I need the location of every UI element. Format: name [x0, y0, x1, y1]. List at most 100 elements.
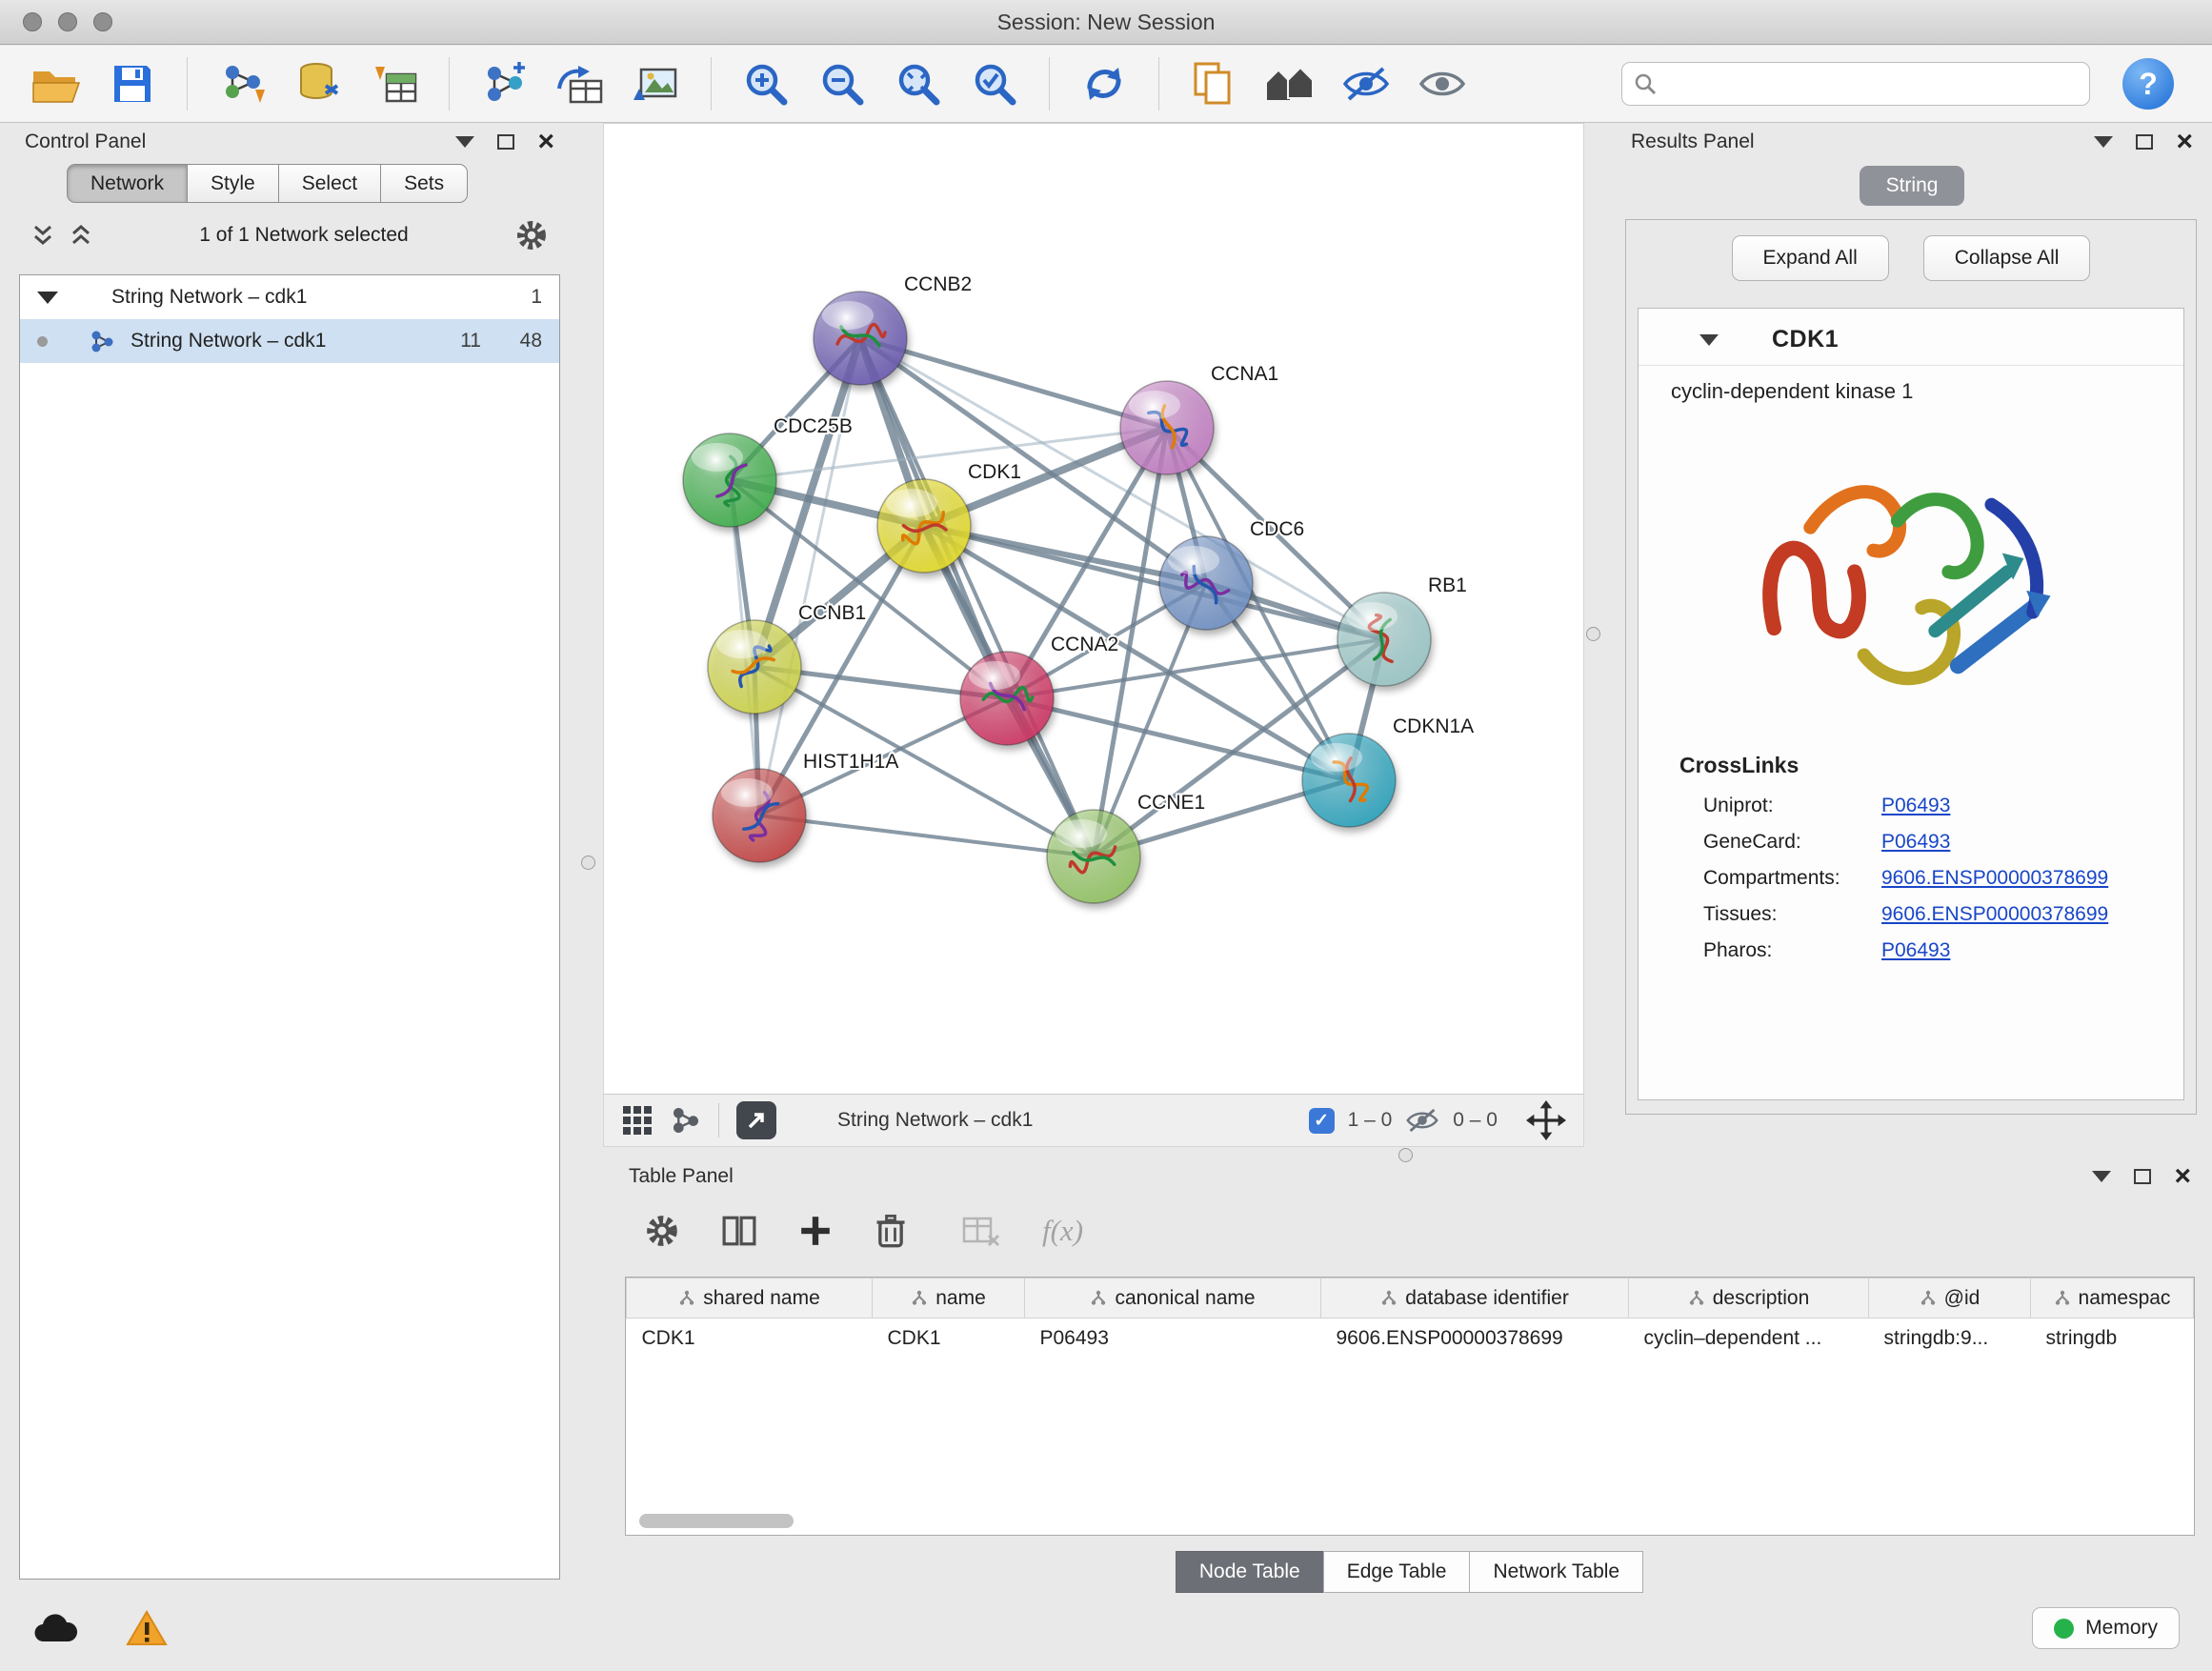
network-collection-row[interactable]: String Network – cdk1 1: [20, 275, 559, 319]
collapse-all-chevrons-icon[interactable]: [69, 224, 93, 247]
apply-layout-button[interactable]: [1073, 53, 1136, 114]
crosslink-genecard-link[interactable]: P06493: [1881, 831, 1950, 854]
node-label: CDC6: [1250, 518, 1304, 540]
right-splitter-handle[interactable]: [1586, 627, 1600, 641]
crosslink-compartments-link[interactable]: 9606.ENSP00000378699: [1881, 867, 2108, 890]
node-count: 11: [460, 330, 481, 352]
table-row[interactable]: CDK1 CDK1 P06493 9606.ENSP00000378699 cy…: [627, 1319, 2194, 1359]
crosslink-pharos-link[interactable]: P06493: [1881, 939, 1950, 962]
grid-mode-icon[interactable]: [621, 1104, 654, 1137]
table-panel-title: Table Panel: [629, 1165, 734, 1188]
network-node-ccnb2[interactable]: CCNB2: [814, 273, 972, 385]
string-home-button[interactable]: [1258, 53, 1321, 114]
import-network-from-database-button[interactable]: [287, 53, 350, 114]
zoom-selected-button[interactable]: [963, 53, 1026, 114]
tab-network[interactable]: Network: [67, 164, 188, 203]
column-type-icon: [1380, 1290, 1398, 1306]
birdseye-navigator-icon[interactable]: [1526, 1100, 1566, 1140]
collapse-entry-icon[interactable]: [1699, 334, 1719, 346]
search-icon: [1634, 72, 1657, 95]
tab-sets[interactable]: Sets: [381, 164, 468, 203]
detach-view-button[interactable]: [736, 1101, 776, 1139]
crosslink-uniprot-link[interactable]: P06493: [1881, 795, 1950, 817]
network-node-ccna1[interactable]: CCNA1: [1120, 363, 1278, 474]
tab-style[interactable]: Style: [188, 164, 279, 203]
minimize-window-button[interactable]: [58, 12, 77, 31]
warning-icon[interactable]: [126, 1610, 168, 1646]
column-header-namespace[interactable]: namespac: [2031, 1278, 2194, 1319]
network-node-ccnb1[interactable]: CCNB1: [708, 602, 866, 714]
documents-icon: [1192, 61, 1236, 107]
float-panel-icon[interactable]: [2136, 134, 2153, 150]
left-splitter-handle[interactable]: [581, 856, 595, 870]
network-node-rb1[interactable]: RB1: [1337, 574, 1467, 686]
network-view-footer: String Network – cdk1 ✓ 1 – 0 0 – 0: [604, 1094, 1583, 1146]
zoom-fit-button[interactable]: [887, 53, 950, 114]
zoom-in-button[interactable]: [734, 53, 797, 114]
tab-select[interactable]: Select: [279, 164, 381, 203]
column-header-description[interactable]: description: [1629, 1278, 1869, 1319]
delete-table-icon[interactable]: [962, 1215, 1000, 1247]
column-header-id[interactable]: @id: [1869, 1278, 2031, 1319]
network-node-hist1h1a[interactable]: HIST1H1A: [713, 751, 898, 862]
network-mode-icon[interactable]: [671, 1105, 701, 1136]
open-session-button[interactable]: [25, 53, 88, 114]
table-settings-gear-icon[interactable]: [644, 1213, 680, 1249]
show-all-button[interactable]: [1411, 53, 1474, 114]
close-panel-icon[interactable]: ×: [537, 128, 554, 156]
column-header-canonical-name[interactable]: canonical name: [1025, 1278, 1321, 1319]
save-session-button[interactable]: [101, 53, 164, 114]
close-panel-icon[interactable]: ×: [2176, 128, 2193, 156]
close-window-button[interactable]: [23, 12, 42, 31]
cell-canonical-name: P06493: [1025, 1319, 1321, 1359]
expand-all-button[interactable]: Expand All: [1732, 235, 1889, 281]
crosslink-tissues-link[interactable]: 9606.ENSP00000378699: [1881, 903, 2108, 926]
float-panel-icon[interactable]: [2134, 1169, 2151, 1184]
zoom-out-button[interactable]: [811, 53, 874, 114]
function-builder-button[interactable]: f(x): [1042, 1214, 1083, 1248]
expand-all-chevrons-icon[interactable]: [30, 224, 55, 247]
memory-button[interactable]: Memory: [2032, 1607, 2180, 1649]
crosslinks-title: CrossLinks: [1639, 728, 2183, 788]
network-canvas[interactable]: CCNB2CCNA1CDC25BCDK1CDC6RB1CCNB1CCNA2CDK…: [604, 124, 1583, 1094]
new-network-button[interactable]: [473, 53, 535, 114]
column-type-icon: [911, 1290, 928, 1306]
export-image-button[interactable]: [625, 53, 688, 114]
column-header-database-identifier[interactable]: database identifier: [1321, 1278, 1629, 1319]
show-columns-icon[interactable]: [722, 1214, 756, 1248]
tab-string[interactable]: String: [1860, 166, 1965, 206]
network-row[interactable]: String Network – cdk1 11 48: [20, 319, 559, 363]
delete-column-trash-icon[interactable]: [875, 1213, 907, 1249]
search-input[interactable]: [1666, 72, 2078, 95]
network-options-gear-icon[interactable]: [514, 218, 549, 252]
network-node-cdkn1a[interactable]: CDKN1A: [1302, 715, 1474, 827]
save-icon: [111, 62, 154, 106]
import-network-from-file-button[interactable]: [211, 53, 273, 114]
add-column-plus-icon[interactable]: [798, 1214, 833, 1248]
collapse-all-button[interactable]: Collapse All: [1923, 235, 2091, 281]
node-label: CCNE1: [1137, 792, 1205, 814]
copy-button[interactable]: [1182, 53, 1245, 114]
cloud-icon[interactable]: [32, 1613, 78, 1643]
import-table-from-file-button[interactable]: [363, 53, 426, 114]
help-button[interactable]: ?: [2122, 58, 2174, 110]
toolbar-separator: [1049, 57, 1050, 111]
horizontal-splitter-handle[interactable]: [1398, 1148, 1413, 1162]
collection-count: 1: [531, 286, 542, 309]
collapse-panel-icon[interactable]: [2094, 136, 2113, 148]
disclosure-triangle-icon[interactable]: [37, 292, 58, 304]
column-header-shared-name[interactable]: shared name: [627, 1278, 873, 1319]
cell-name: CDK1: [873, 1319, 1025, 1359]
close-panel-icon[interactable]: ×: [2174, 1162, 2191, 1191]
horizontal-scrollbar[interactable]: [639, 1514, 794, 1528]
collapse-panel-icon[interactable]: [2092, 1171, 2111, 1182]
network-node-cdk1[interactable]: CDK1: [877, 461, 1021, 573]
column-header-name[interactable]: name: [873, 1278, 1025, 1319]
float-panel-icon[interactable]: [497, 134, 514, 150]
zoom-window-button[interactable]: [93, 12, 112, 31]
node-label: RB1: [1428, 574, 1467, 596]
collapse-panel-icon[interactable]: [455, 136, 474, 148]
new-table-button[interactable]: [549, 53, 612, 114]
node-label: CDKN1A: [1393, 715, 1474, 737]
hide-selected-button[interactable]: [1335, 53, 1398, 114]
